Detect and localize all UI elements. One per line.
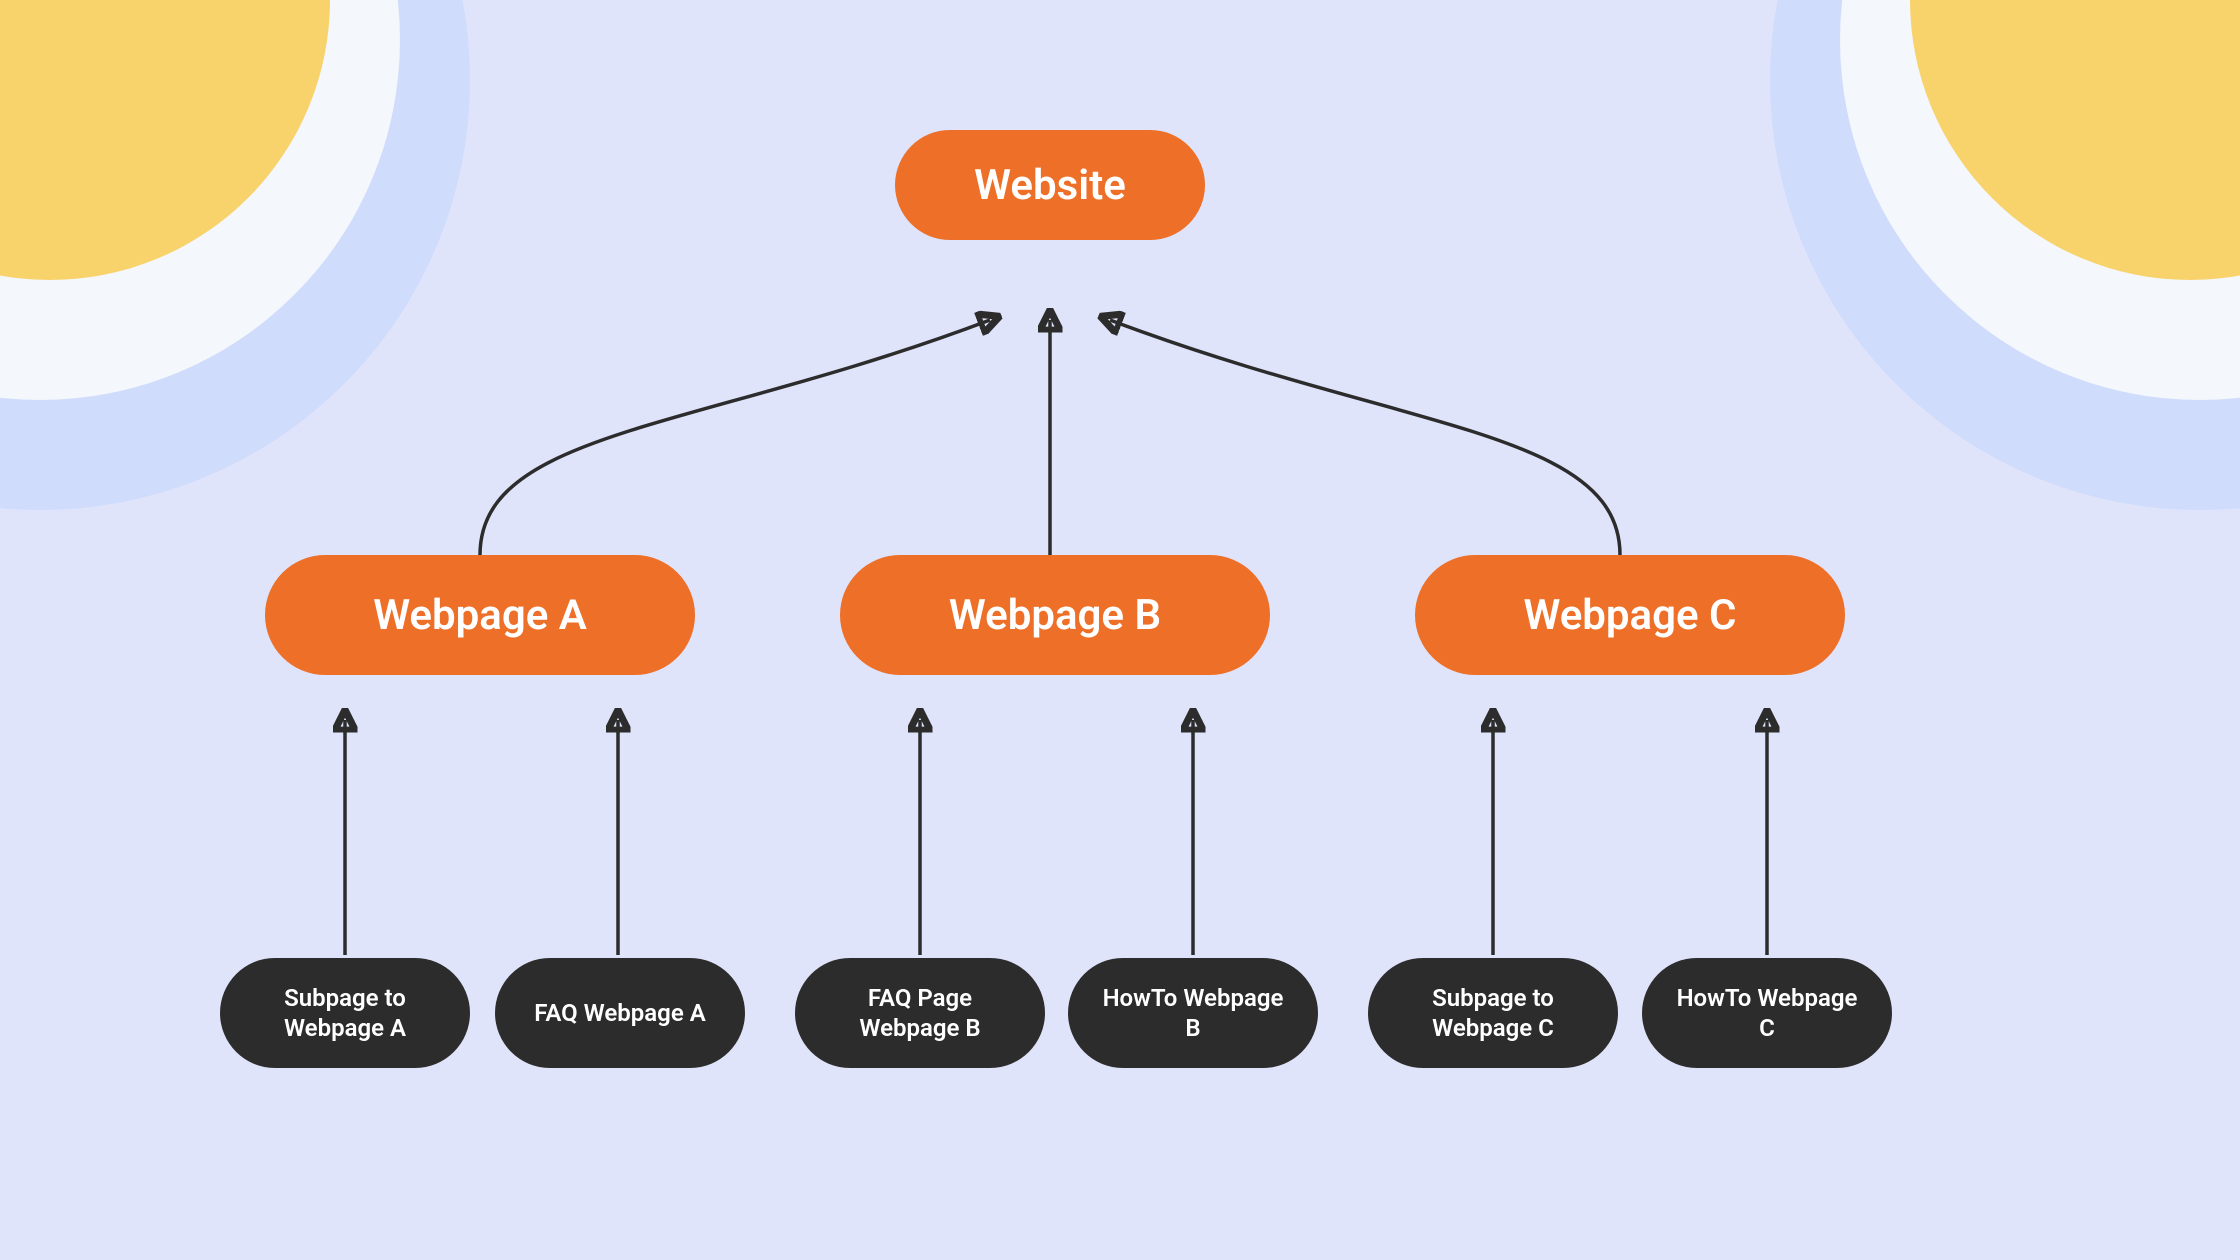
node-subpage-webpage-a: Subpage to Webpage A <box>220 958 470 1068</box>
node-webpage-b: Webpage B <box>840 555 1270 675</box>
node-label: Subpage to Webpage C <box>1392 983 1594 1043</box>
node-howto-webpage-b: HowTo Webpage B <box>1068 958 1318 1068</box>
node-label: Website <box>974 161 1126 210</box>
node-label: Webpage B <box>949 591 1161 640</box>
node-faq-page-webpage-b: FAQ Page Webpage B <box>795 958 1045 1068</box>
node-webpage-a: Webpage A <box>265 555 695 675</box>
node-howto-webpage-c: HowTo Webpage C <box>1642 958 1892 1068</box>
diagram-canvas: Website Webpage A Webpage B Webpage C Su… <box>0 0 2240 1260</box>
node-label: FAQ Webpage A <box>534 998 705 1028</box>
node-label: Subpage to Webpage A <box>244 983 446 1043</box>
node-label: FAQ Page Webpage B <box>819 983 1021 1043</box>
node-label: Webpage C <box>1523 591 1736 640</box>
node-faq-webpage-a: FAQ Webpage A <box>495 958 745 1068</box>
node-label: HowTo Webpage B <box>1092 983 1294 1043</box>
node-website-root: Website <box>895 130 1205 240</box>
node-subpage-webpage-c: Subpage to Webpage C <box>1368 958 1618 1068</box>
node-webpage-c: Webpage C <box>1415 555 1845 675</box>
node-label: HowTo Webpage C <box>1666 983 1868 1043</box>
node-label: Webpage A <box>373 591 587 640</box>
